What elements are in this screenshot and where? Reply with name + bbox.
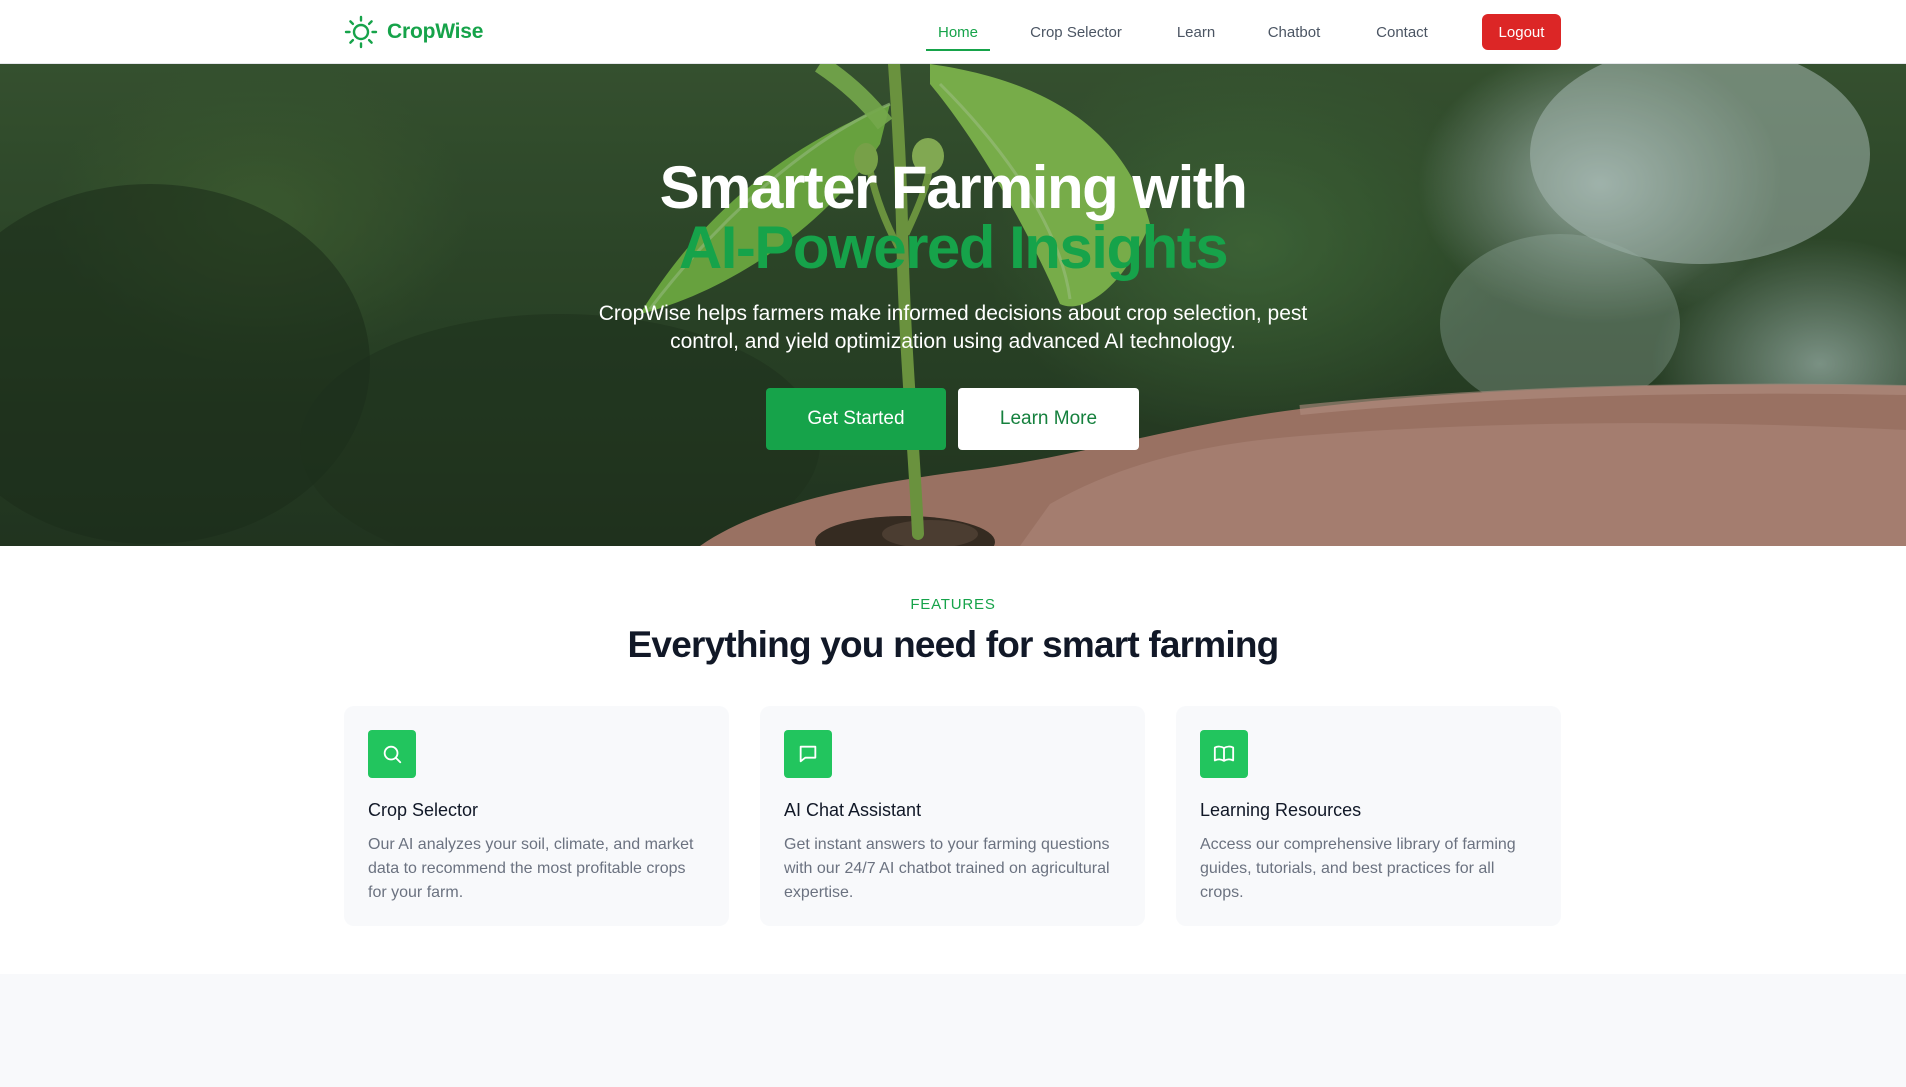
features-eyebrow: FEATURES — [910, 596, 996, 613]
feature-card-title: AI Chat Assistant — [784, 800, 922, 820]
nav-item-learn[interactable]: Learn — [1166, 0, 1226, 64]
navbar: CropWise Home Crop Selector Learn Chatbo… — [0, 0, 1906, 64]
nav-item-chatbot[interactable]: Chatbot — [1254, 0, 1334, 64]
feature-card-title: Crop Selector — [368, 800, 479, 820]
logout-button[interactable]: Logout — [1482, 14, 1561, 50]
main-nav: Home Crop Selector Learn Chatbot Contact — [926, 0, 1442, 64]
hero-title: Smarter Farming with AI-Powered Insights — [0, 158, 1906, 278]
nav-item-home[interactable]: Home — [926, 0, 990, 64]
book-icon — [1200, 730, 1248, 778]
brand-name: CropWise — [387, 20, 484, 43]
learn-more-button[interactable]: Learn More — [958, 388, 1139, 450]
feature-card-learning: Learning Resources Access our comprehens… — [1176, 706, 1561, 926]
nav-item-contact[interactable]: Contact — [1362, 0, 1442, 64]
hero-section: Smarter Farming with AI-Powered Insights… — [0, 64, 1906, 546]
feature-card-title: Learning Resources — [1200, 800, 1362, 820]
next-section-band — [0, 974, 1906, 1087]
feature-card-text: Access our comprehensive library of farm… — [1200, 836, 1516, 901]
feature-card-crop-selector: Crop Selector Our AI analyzes your soil,… — [344, 706, 729, 926]
feature-card-ai-chat: AI Chat Assistant Get instant answers to… — [760, 706, 1145, 926]
search-icon — [368, 730, 416, 778]
brand-logo-link[interactable]: CropWise — [344, 15, 483, 49]
sun-icon — [344, 15, 378, 49]
feature-card-text: Our AI analyzes your soil, climate, and … — [368, 836, 694, 901]
get-started-button[interactable]: Get Started — [766, 388, 946, 450]
hero-title-highlight: AI-Powered Insights — [678, 214, 1229, 281]
feature-card-text: Get instant answers to your farming ques… — [784, 836, 1110, 901]
nav-item-crop-selector[interactable]: Crop Selector — [1014, 0, 1138, 64]
chat-icon — [784, 730, 832, 778]
hero-title-line1: Smarter Farming with — [659, 154, 1248, 221]
features-title: Everything you need for smart farming — [627, 624, 1280, 665]
hero-subtitle: CropWise helps farmers make informed dec… — [598, 302, 1308, 353]
